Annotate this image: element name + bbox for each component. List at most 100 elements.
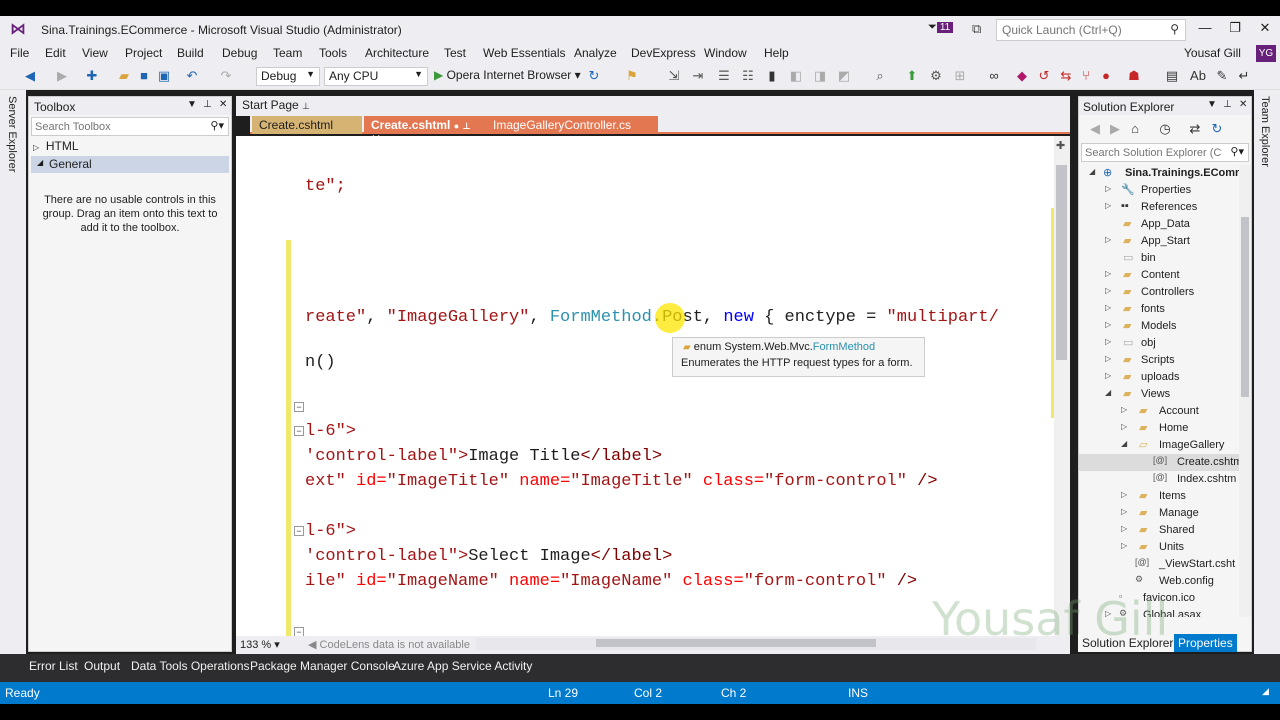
spell-check-icon[interactable]: Ab: [1190, 68, 1206, 83]
menu-window[interactable]: Window: [704, 46, 747, 60]
tree-item-imagegallery[interactable]: ◢ ▱ ImageGallery: [1079, 437, 1239, 454]
tree-item-index-cshtml[interactable]: [@] Index.cshtm: [1079, 471, 1239, 488]
toolbox-search-input[interactable]: [32, 118, 202, 135]
collapse-region-icon[interactable]: −: [294, 526, 304, 536]
tree-item-uploads[interactable]: ▷ ▰ uploads: [1079, 369, 1239, 386]
tab-data-tools-operations[interactable]: Data Tools Operations: [131, 659, 250, 673]
tab-error-list[interactable]: Error List: [29, 659, 78, 673]
redo-icon[interactable]: ↷: [218, 68, 234, 84]
server-explorer-tab[interactable]: Server Explorer: [6, 96, 18, 172]
navigate-forward-icon[interactable]: ▶: [54, 68, 70, 84]
find-icon[interactable]: ⌕: [872, 68, 888, 84]
tree-item-scripts[interactable]: ▷ ▰ Scripts: [1079, 352, 1239, 369]
collapse-region-icon[interactable]: −: [294, 402, 304, 412]
tree-item-content[interactable]: ▷ ▰ Content: [1079, 267, 1239, 284]
tree-item-units[interactable]: ▷ ▰ Units: [1079, 539, 1239, 556]
collapse-region-icon[interactable]: −: [294, 426, 304, 436]
tree-item-project[interactable]: ◢ ⊕ Sina.Trainings.EComm: [1079, 165, 1239, 182]
tree-item-app-data[interactable]: ▰ App_Data: [1079, 216, 1239, 233]
pin-icon[interactable]: ⊥: [1223, 99, 1232, 110]
save-all-icon[interactable]: ▣: [156, 68, 172, 84]
prev-bookmark-icon[interactable]: ◧: [788, 68, 804, 84]
clear-bookmarks-icon[interactable]: ◩: [836, 68, 852, 84]
configuration-select[interactable]: Debug ▼: [256, 67, 320, 86]
tree-item-viewstart[interactable]: [@] _ViewStart.csht: [1079, 556, 1239, 573]
merge-icon[interactable]: ⑂: [1078, 68, 1094, 83]
tab-package-manager-console[interactable]: Package Manager Console: [250, 659, 395, 673]
menu-edit[interactable]: Edit: [45, 46, 66, 60]
maximize-button[interactable]: ❐: [1220, 20, 1250, 40]
format-document-icon[interactable]: ▤: [1164, 68, 1180, 84]
menu-test[interactable]: Test: [444, 46, 466, 60]
tree-item-controllers[interactable]: ▷ ▰ Controllers: [1079, 284, 1239, 301]
menu-team[interactable]: Team: [273, 46, 302, 60]
record-icon[interactable]: ●: [1098, 68, 1114, 83]
forward-icon[interactable]: ▶: [1107, 121, 1123, 137]
highlight-icon[interactable]: ✎: [1214, 68, 1230, 84]
publish-icon[interactable]: ⬆: [904, 68, 920, 84]
tree-item-fonts[interactable]: ▷ ▰ fonts: [1079, 301, 1239, 318]
resize-grip-icon[interactable]: ◢: [1262, 686, 1269, 697]
tab-output[interactable]: Output: [84, 659, 120, 673]
close-icon[interactable]: ✕: [219, 99, 227, 110]
close-window-button[interactable]: ✕: [1250, 20, 1280, 40]
menu-build[interactable]: Build: [177, 46, 204, 60]
tree-item-properties[interactable]: ▷ 🔧 Properties: [1079, 182, 1239, 199]
step-into-icon[interactable]: ⇲: [666, 68, 682, 84]
platform-select[interactable]: Any CPU ▼: [324, 67, 428, 86]
bookmark-icon[interactable]: ▮: [764, 68, 780, 84]
tree-item-home[interactable]: ▷ ▰ Home: [1079, 420, 1239, 437]
menu-tools[interactable]: Tools: [319, 46, 347, 60]
start-debugging-button[interactable]: ▶ Opera Internet Browser ▾: [434, 68, 581, 82]
menu-analyze[interactable]: Analyze: [574, 46, 617, 60]
editor-horizontal-scroll-thumb[interactable]: [596, 639, 876, 647]
solution-scroll-thumb[interactable]: [1241, 217, 1249, 397]
uncomment-icon[interactable]: ☷: [740, 68, 756, 84]
chevron-down-icon[interactable]: ▼: [1207, 99, 1217, 110]
sync-icon[interactable]: ↺: [1036, 68, 1052, 84]
pin-icon[interactable]: ⊥: [203, 99, 212, 110]
team-explorer-tab[interactable]: Team Explorer: [1259, 96, 1271, 167]
zoom-level[interactable]: 133 % ▾: [240, 638, 280, 651]
next-bookmark-icon[interactable]: ◨: [812, 68, 828, 84]
split-editor-icon[interactable]: ✚: [1056, 139, 1065, 152]
tab-create-cshtml-active[interactable]: Create.cshtml ● ⊥ ✕: [364, 116, 488, 146]
pin-icon[interactable]: ⊥: [302, 101, 310, 111]
avatar[interactable]: YG: [1256, 45, 1276, 62]
browser-link-icon[interactable]: ⚑: [624, 68, 640, 84]
menu-help[interactable]: Help: [764, 46, 789, 60]
user-name[interactable]: Yousaf Gill: [1184, 46, 1241, 60]
tree-item-web-config[interactable]: ⚙ Web.config: [1079, 573, 1239, 590]
quick-launch-input[interactable]: [997, 20, 1157, 40]
clr-icon[interactable]: ☗: [1126, 68, 1142, 84]
pin-icon[interactable]: ⊥: [463, 121, 471, 131]
tree-item-bin[interactable]: ▭ bin: [1079, 250, 1239, 267]
tab-image-gallery-controller[interactable]: ImageGalleryController.cs: [486, 116, 658, 134]
comment-icon[interactable]: ☰: [716, 68, 732, 84]
layout-icon[interactable]: ⊞: [952, 68, 968, 84]
refresh-icon[interactable]: ↻: [1209, 121, 1225, 137]
quick-launch-box[interactable]: ⚲: [996, 19, 1186, 41]
tree-item-manage[interactable]: ▷ ▰ Manage: [1079, 505, 1239, 522]
tree-item-shared[interactable]: ▷ ▰ Shared: [1079, 522, 1239, 539]
tree-item-app-start[interactable]: ▷ ▰ App_Start: [1079, 233, 1239, 250]
tab-start-page[interactable]: Start Page ⊥: [242, 98, 310, 112]
refresh-icon[interactable]: ↻: [586, 68, 602, 84]
close-icon[interactable]: ✕: [1239, 99, 1247, 110]
navigate-back-icon[interactable]: ◀: [22, 68, 38, 84]
menu-view[interactable]: View: [82, 46, 108, 60]
fetch-icon[interactable]: ⇆: [1058, 68, 1074, 84]
word-wrap-icon[interactable]: ↵: [1236, 68, 1252, 84]
tree-item-models[interactable]: ▷ ▰ Models: [1079, 318, 1239, 335]
toolbox-group-html[interactable]: ▷ HTML: [33, 139, 79, 153]
chevron-down-icon[interactable]: ▼: [187, 99, 197, 110]
feedback-icon[interactable]: ⧉: [972, 21, 981, 37]
back-icon[interactable]: ◀: [1087, 121, 1103, 137]
save-icon[interactable]: ■: [136, 68, 152, 83]
tree-item-obj[interactable]: ▷ ▭ obj: [1079, 335, 1239, 352]
tab-azure-app-service-activity[interactable]: Azure App Service Activity: [393, 659, 532, 673]
notifications-flag-icon[interactable]: ⏷ 11: [928, 21, 954, 34]
tree-item-references[interactable]: ▷ ▪▪ References: [1079, 199, 1239, 216]
toolbox-search-box[interactable]: ⚲▾: [31, 117, 229, 136]
tree-item-account[interactable]: ▷ ▰ Account: [1079, 403, 1239, 420]
